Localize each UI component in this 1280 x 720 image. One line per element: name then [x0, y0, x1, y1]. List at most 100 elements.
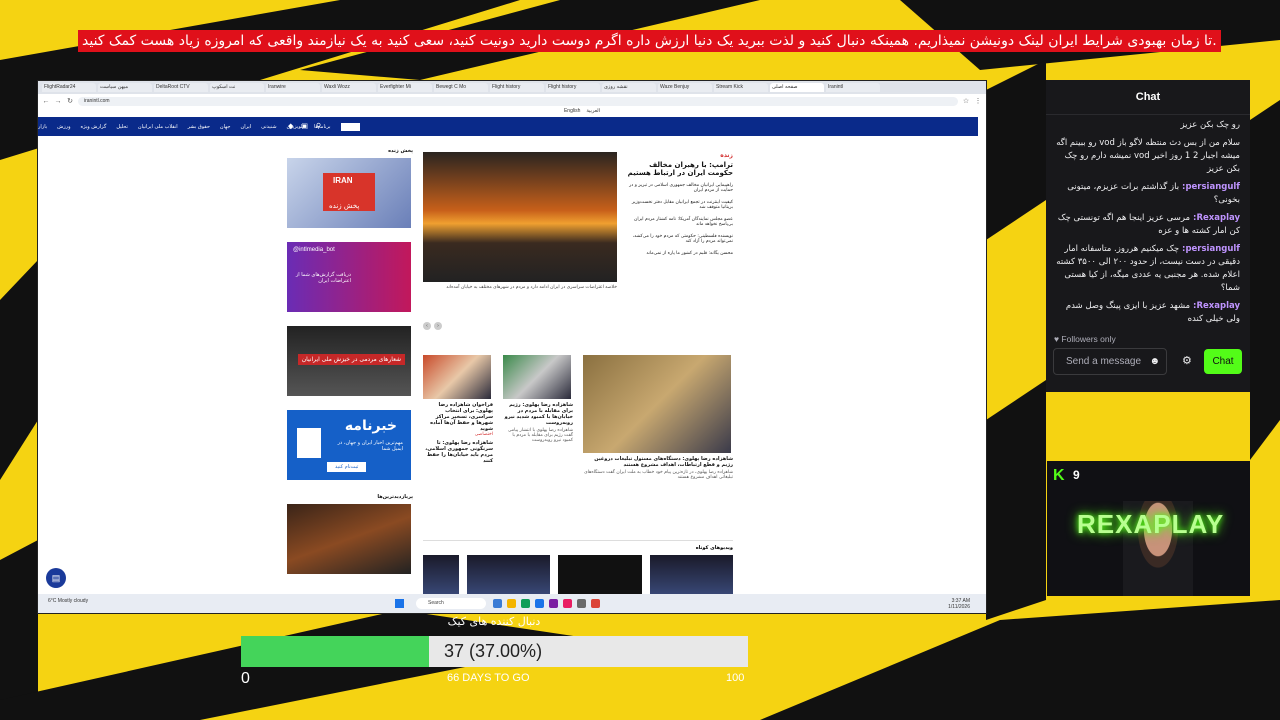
chat-username[interactable]: persiangulf:: [1179, 182, 1240, 192]
nav-item[interactable]: حقوق بشر: [188, 124, 210, 130]
video-thumb[interactable]: [467, 555, 551, 594]
nav-item[interactable]: شنیدنی: [261, 124, 276, 130]
taskbar-search[interactable]: Search: [416, 598, 486, 609]
chat-input-placeholder: Send a message: [1066, 356, 1142, 367]
search-icon[interactable]: ⚲: [316, 122, 321, 130]
video-thumb[interactable]: [423, 555, 459, 594]
live-badge-logo: IRAN: [333, 176, 353, 185]
nav-item[interactable]: ورزش: [57, 124, 70, 130]
story-title: شاهزاده رضا پهلوی: دستگاه‌های مستول تبلی…: [594, 456, 733, 468]
story-card[interactable]: شاهزاده رضا پهلوی: رژیم برای مقابله با م…: [503, 355, 573, 443]
hero-bullet[interactable]: عضو مجلس نمایندگان آمریکا: نامه کشتار مر…: [623, 217, 733, 227]
chat-input[interactable]: Send a message ☻: [1053, 348, 1167, 375]
browser-tab[interactable]: نقشه روزی: [602, 83, 656, 92]
forward-icon[interactable]: →: [54, 98, 62, 105]
lang-arabic[interactable]: العربية: [586, 108, 600, 116]
heart-icon: ♥: [1054, 334, 1060, 344]
browser-tab[interactable]: Everfighter Mi: [378, 83, 432, 92]
browser-tab[interactable]: Iranintl: [826, 83, 880, 92]
taskbar-app-icon[interactable]: [577, 599, 586, 608]
hero-bullet[interactable]: کیفیت اینترنت در تجمع ایرانیان مقابل دفت…: [623, 200, 733, 210]
taskbar-app-icon[interactable]: [563, 599, 572, 608]
video-icon[interactable]: ▣: [301, 122, 308, 130]
browser-tab[interactable]: Bewegt C Mo: [434, 83, 488, 92]
menu-icon[interactable]: ⋮: [974, 97, 982, 105]
chat-username[interactable]: Rexaplay:: [1190, 213, 1240, 223]
telegram-bot-promo[interactable]: @intlmedia_bot دریافت گزارش‌های شما از ا…: [287, 242, 411, 312]
taskbar-clock[interactable]: 3:37 AM 1/11/2026: [948, 598, 970, 610]
taskbar-app-icon[interactable]: [591, 599, 600, 608]
taskbar-app-icon[interactable]: [535, 599, 544, 608]
exclusive-label: اختصاصی: [474, 432, 493, 437]
story-title: شاهزاده رضا پهلوی: تا سرنگونی جمهوری اسل…: [425, 440, 493, 464]
reload-icon[interactable]: ↻: [66, 97, 74, 105]
prev-icon[interactable]: ‹: [423, 322, 431, 330]
donation-banner: .تا زمان بهبودی شرایط ایران لینک دونیشن …: [78, 30, 1221, 52]
nav-item[interactable]: گزارش ویژه: [81, 124, 107, 130]
video-thumb[interactable]: [649, 555, 733, 594]
hero-bullet[interactable]: نویسنده فلسطینی: حکومتی که مردم خود را م…: [623, 234, 733, 244]
nav-item[interactable]: جهان: [220, 124, 231, 130]
grid-icon[interactable]: ◆: [288, 122, 293, 130]
browser-tab[interactable]: DeltaRoot CTV: [154, 83, 208, 92]
goal-progress-label: 37 (37.00%): [444, 641, 543, 661]
browser-tab[interactable]: Iranwire: [266, 83, 320, 92]
bot-text: دریافت گزارش‌های شما از اعتراضات ایران: [295, 272, 351, 284]
url-input[interactable]: iranintl.com: [78, 96, 958, 106]
hero-headline[interactable]: ترامپ: با رهبران مخالف حکومت ایران در ار…: [623, 161, 733, 177]
tab-strip: FlightRadar24 میهن سیاست DeltaRoot CTV نت ا…: [38, 81, 986, 94]
chat-text: سلام من از بس دث منتظه لاگو باز vod رو ب…: [1056, 138, 1240, 174]
popular-photo[interactable]: [287, 504, 411, 574]
chat-username[interactable]: Rexaplay:: [1190, 301, 1240, 311]
gear-icon[interactable]: ⚙: [1182, 354, 1192, 367]
story-thumb: [503, 355, 571, 399]
nav-item[interactable]: ایران: [241, 124, 252, 130]
newspaper-icon: [297, 428, 321, 458]
next-icon[interactable]: ›: [434, 322, 442, 330]
story-card[interactable]: شاهزاده رضا پهلوی: دستگاه‌های مستول تبلی…: [583, 355, 733, 480]
browser-tab[interactable]: نت اسکوپ: [210, 83, 264, 92]
browser-tab[interactable]: Waxli Wozz: [322, 83, 376, 92]
follower-goal-title: دنبال کننده های کیک: [447, 615, 541, 628]
lang-english[interactable]: English: [564, 108, 580, 116]
back-icon[interactable]: ←: [42, 98, 50, 105]
video-thumb[interactable]: [558, 555, 642, 594]
site-logo[interactable]: IRAN: [340, 122, 361, 131]
star-icon[interactable]: ☆: [962, 97, 970, 105]
chat-send-button[interactable]: Chat: [1204, 349, 1242, 374]
hero-bullet[interactable]: راهپیمایی ایرانیان مخالف جمهوری اسلامی د…: [623, 183, 733, 193]
goal-min: 0: [241, 670, 250, 687]
browser-tab[interactable]: Stream Kick: [714, 83, 768, 92]
hero-bullet[interactable]: محسن یگانه: قلبم در کشور ما پاره از نمی‌…: [623, 251, 733, 256]
slogans-promo[interactable]: شعارهای مردمی در خیزش ملی ایرانیان: [287, 326, 411, 396]
browser-tab[interactable]: Flight history: [490, 83, 544, 92]
browser-tab[interactable]: FlightRadar24: [42, 83, 96, 92]
taskbar-app-icon[interactable]: [507, 599, 516, 608]
windows-start-icon[interactable]: [395, 599, 404, 608]
hero-image[interactable]: [423, 152, 617, 282]
webcam-overlay: REXAPLAY K 9: [1047, 461, 1250, 596]
browser-tab[interactable]: Waze Benjuy: [658, 83, 712, 92]
nav-item[interactable]: انقلاب ملی ایرانیان: [138, 124, 178, 130]
nav-item[interactable]: تحلیل: [116, 124, 128, 130]
browser-tab[interactable]: صفحه اصلی: [770, 83, 824, 92]
chat-username[interactable]: persiangulf:: [1179, 244, 1240, 254]
emoji-icon[interactable]: ☻: [1149, 349, 1160, 374]
newsletter-signup-button[interactable]: ثبت‌نام کنید: [327, 462, 367, 472]
browser-tab[interactable]: میهن سیاست: [98, 83, 152, 92]
browser-tab[interactable]: Flight history: [546, 83, 600, 92]
story-desc: شاهزاده رضا پهلوی، در تازه‌ترین پیام خود…: [584, 470, 733, 480]
newsletter-title: خبرنامه: [344, 418, 397, 434]
taskbar-app-icon[interactable]: [521, 599, 530, 608]
nav-tools: ◆ ▣ ⚲: [288, 122, 321, 130]
nav-item[interactable]: بازار: [38, 124, 47, 130]
newsletter-promo[interactable]: خبرنامه مهم‌ترین اخبار ایران و جهان، در …: [287, 410, 411, 480]
goal-max: 100: [726, 672, 745, 684]
weather-widget[interactable]: 6°C Mostly cloudy: [48, 598, 88, 604]
taskbar-app-icon[interactable]: [493, 599, 502, 608]
story-card[interactable]: فراخوان شاهزاده رضا پهلوی: برای انتخاب س…: [423, 355, 493, 464]
chat-message: Rexaplay: مشهد عزیز با ایزی پینگ وصل شدم…: [1056, 300, 1240, 326]
live-stream-promo[interactable]: IRAN پخش زنده: [287, 158, 411, 228]
chat-fab-icon[interactable]: ▤: [46, 568, 66, 588]
taskbar-app-icon[interactable]: [549, 599, 558, 608]
